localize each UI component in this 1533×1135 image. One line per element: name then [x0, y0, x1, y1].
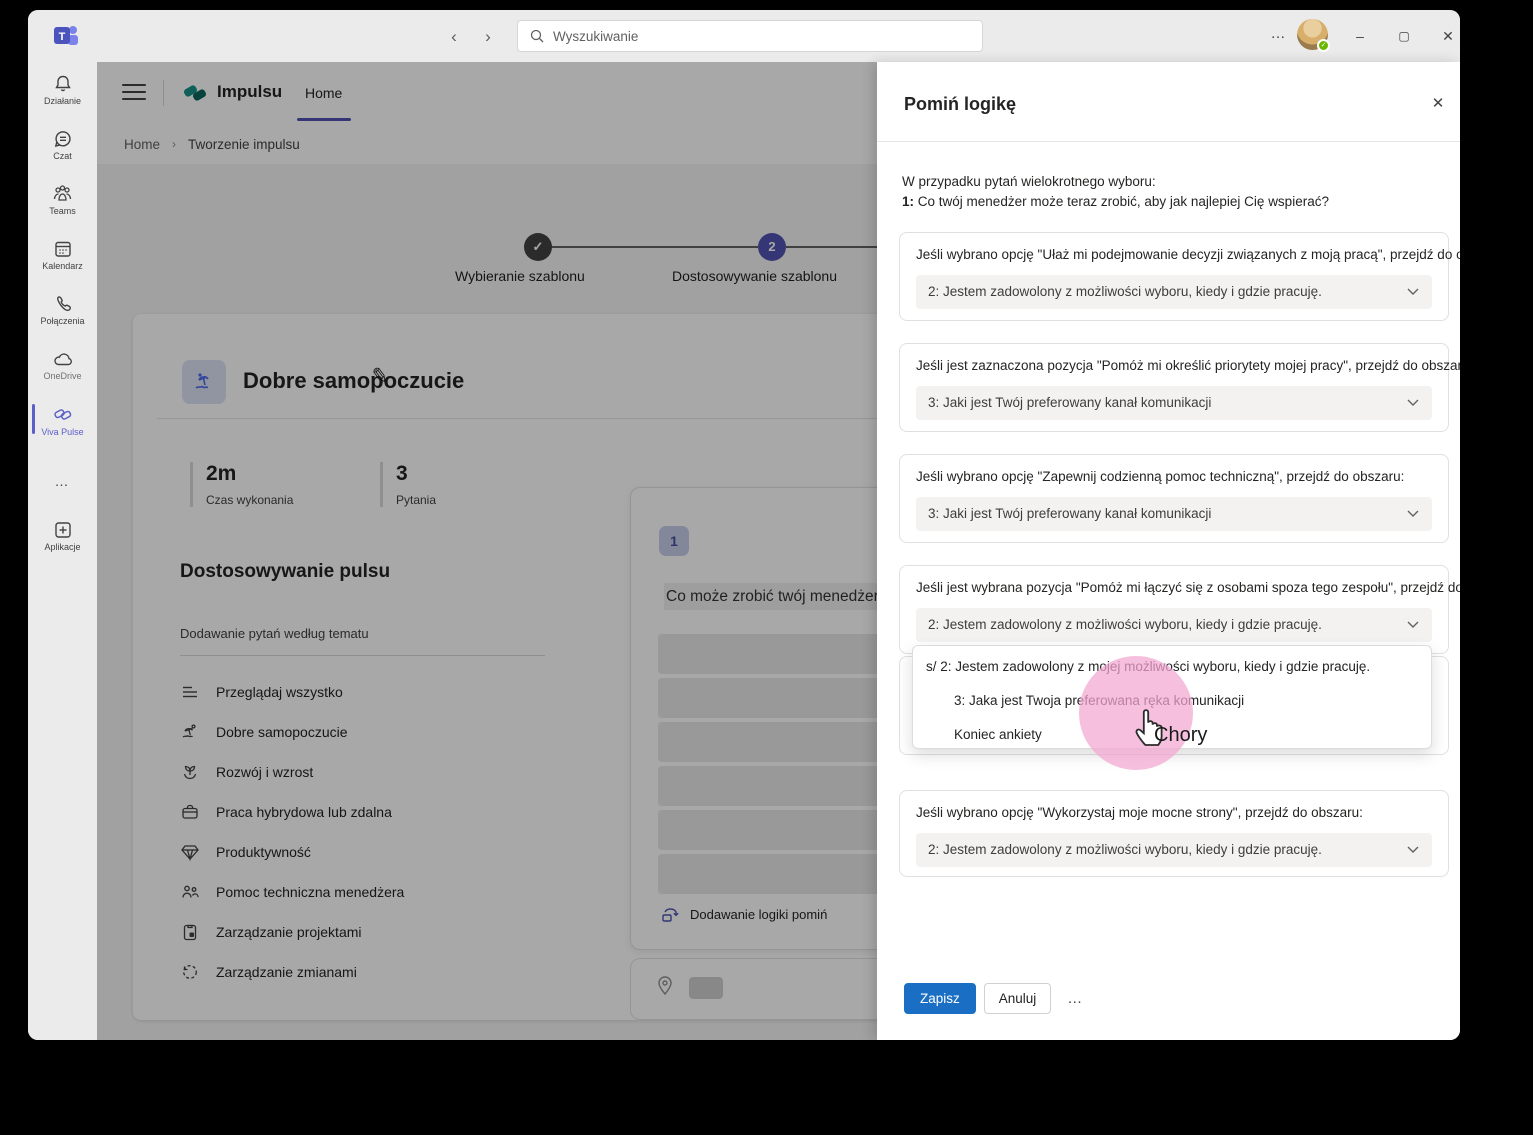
minimize-button[interactable]: –: [1346, 24, 1374, 48]
rule-target-dropdown[interactable]: 2: Jestem zadowolony z możliwości wyboru…: [916, 833, 1432, 867]
search-input[interactable]: Wyszukiwanie: [517, 20, 983, 52]
cancel-button[interactable]: Anuluj: [983, 983, 1052, 1014]
cursor-label: Chory: [1154, 724, 1208, 746]
rule-target-dropdown[interactable]: 2: Jestem zadowolony z możliwości wyboru…: [916, 275, 1432, 309]
close-panel-icon[interactable]: ✕: [1426, 92, 1450, 116]
skip-rule-card: Jeśli wybrano opcję "Zapewnij codzienną …: [899, 454, 1449, 543]
rule-condition: Jeśli jest zaznaczona pozycja "Pomóż mi …: [916, 358, 1460, 373]
sidebar-item-more[interactable]: …: [28, 453, 97, 508]
rule-condition: Jeśli wybrano opcję "Ułaż mi podejmowani…: [916, 247, 1460, 262]
close-window-button[interactable]: ✕: [1434, 24, 1460, 48]
presence-available-icon: ✓: [1317, 39, 1330, 52]
calendar-icon: [54, 241, 71, 257]
rule-target-dropdown-open[interactable]: 2: Jestem zadowolony z możliwości wyboru…: [916, 608, 1432, 642]
sidebar-item-chat[interactable]: Czat: [28, 117, 97, 172]
sidebar-item-onedrive[interactable]: OneDrive: [28, 337, 97, 392]
rule-condition: Jeśli jest wybrana pozycja "Pomóż mi łąc…: [916, 580, 1460, 595]
search-placeholder: Wyszukiwanie: [553, 28, 639, 44]
panel-footer: Zapisz Anuluj …: [904, 983, 1083, 1014]
main-content: Impulsu Home Home › Tworzenie impulsu ✓ …: [97, 62, 877, 1040]
skip-rule-card: Jeśli jest wybrana pozycja "Pomóż mi łąc…: [899, 565, 1460, 654]
sidebar-item-viva-pulse[interactable]: Viva Pulse: [28, 392, 97, 447]
add-app-icon: [54, 521, 71, 538]
skip-rule-card: Jeśli wybrano opcję "Ułaż mi podejmowani…: [899, 232, 1460, 321]
people-team-icon: [53, 184, 72, 201]
chevron-down-icon: [1407, 399, 1419, 406]
chevron-down-icon: [1407, 621, 1419, 628]
search-icon: [530, 29, 544, 43]
sidebar-item-calls[interactable]: Połączenia: [28, 282, 97, 337]
chevron-down-icon: [1407, 288, 1419, 295]
cloud-icon: [53, 352, 72, 365]
sidebar-item-calendar[interactable]: Kalendarz: [28, 227, 97, 282]
chevron-down-icon: [1407, 846, 1419, 853]
maximize-button[interactable]: ▢: [1390, 24, 1418, 48]
rule-condition: Jeśli wybrano opcję "Zapewnij codzienną …: [916, 469, 1405, 484]
chat-icon: [54, 130, 71, 147]
skip-logic-panel: Pomiń logikę ✕ W przypadku pytań wielokr…: [877, 62, 1460, 1040]
bell-icon: [54, 75, 71, 91]
titlebar-more-button[interactable]: …: [1266, 24, 1292, 48]
dimmed-overlay: [97, 62, 877, 1040]
avatar[interactable]: ✓: [1297, 19, 1330, 52]
dropdown-option[interactable]: Koniec ankiety: [954, 727, 1042, 742]
svg-text:T: T: [59, 31, 66, 43]
forward-button[interactable]: ›: [477, 26, 499, 48]
panel-intro: W przypadku pytań wielokrotnego wyboru:: [902, 174, 1156, 189]
sidebar-item-activity[interactable]: Działanie: [28, 62, 97, 117]
chevron-down-icon: [1407, 510, 1419, 517]
more-dots-icon: …: [54, 472, 71, 489]
rule-target-dropdown[interactable]: 3: Jaki jest Twój preferowany kanał komu…: [916, 386, 1432, 420]
phone-icon: [56, 295, 71, 311]
panel-question: 1: Co twój menedżer może teraz zrobić, a…: [902, 194, 1329, 209]
teams-logo-icon: T: [54, 26, 78, 45]
viva-pulse-icon: [53, 408, 71, 420]
footer-more-button[interactable]: …: [1067, 990, 1083, 1007]
save-button[interactable]: Zapisz: [904, 983, 976, 1014]
skip-rule-card: Jeśli wybrano opcję "Wykorzystaj moje mo…: [899, 790, 1449, 877]
skip-rule-card: Jeśli jest zaznaczona pozycja "Pomóż mi …: [899, 343, 1460, 432]
app-rail: Działanie Czat Teams Kalendarz Połączeni…: [28, 62, 97, 1040]
rule-target-dropdown[interactable]: 3: Jaki jest Twój preferowany kanał komu…: [916, 497, 1432, 531]
rule-condition: Jeśli wybrano opcję "Wykorzystaj moje mo…: [916, 805, 1363, 820]
panel-title: Pomiń logikę: [904, 94, 1017, 114]
sidebar-item-apps[interactable]: Aplikacje: [28, 508, 97, 563]
titlebar: T ‹ › Wyszukiwanie … ✓ – ▢ ✕: [28, 10, 1460, 62]
back-button[interactable]: ‹: [443, 26, 465, 48]
sidebar-item-teams[interactable]: Teams: [28, 172, 97, 227]
teams-window: T ‹ › Wyszukiwanie … ✓ – ▢ ✕ Działanie C…: [28, 10, 1460, 1040]
